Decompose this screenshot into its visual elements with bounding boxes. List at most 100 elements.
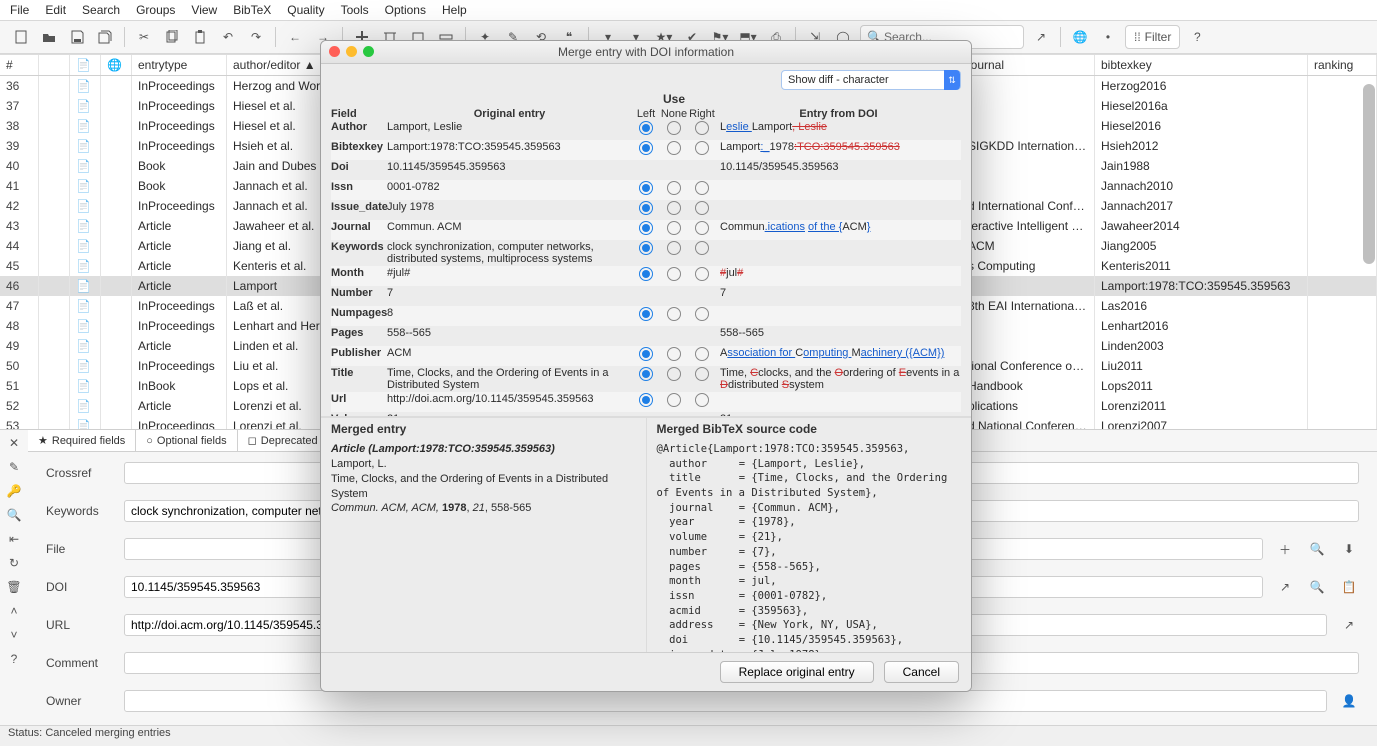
merge-radio-r[interactable] [695,347,709,361]
vertical-scrollbar[interactable] [1363,80,1375,446]
merge-radio-r[interactable] [695,307,709,321]
close-editor-icon[interactable]: ✕ [9,436,19,450]
filter-box[interactable]: ⁞⁞Filter [1125,25,1180,49]
merge-radio-l[interactable] [639,181,653,195]
merge-radio-r[interactable] [695,221,709,235]
merge-row: Number77 [331,286,961,306]
bullet-icon[interactable]: • [1097,26,1119,48]
copy-icon[interactable] [161,26,183,48]
merge-radio-r[interactable] [695,181,709,195]
col-entrytype[interactable]: entrytype [132,55,227,76]
window-minimize-icon[interactable] [346,46,357,57]
diff-mode-dropdown[interactable]: Show diff - character⇅ [781,70,961,90]
merge-radio-r[interactable] [695,141,709,155]
merge-radio-n[interactable] [667,393,681,407]
tab-optional[interactable]: ○ Optional fields [136,430,237,451]
right-header: Right [688,108,716,120]
down-icon[interactable]: ˅ [10,628,17,642]
merge-radio-n[interactable] [667,121,681,135]
merge-radio-r[interactable] [695,267,709,281]
key-icon[interactable]: 🔑 [7,484,22,498]
merge-radio-l[interactable] [639,241,653,255]
trash-icon[interactable]: 🗑 [6,580,21,594]
save-icon[interactable] [66,26,88,48]
new-db-icon[interactable] [10,26,32,48]
open-icon[interactable] [38,26,60,48]
merge-radio-l[interactable] [639,393,653,407]
merge-radio-n[interactable] [667,267,681,281]
window-close-icon[interactable] [329,46,340,57]
merge-radio-n[interactable] [667,181,681,195]
menu-quality[interactable]: Quality [287,3,324,17]
download-file-icon[interactable]: ⬇ [1339,539,1359,559]
merge-radio-r[interactable] [695,201,709,215]
tab-required[interactable]: ★ Required fields [28,430,136,451]
menu-groups[interactable]: Groups [136,3,175,17]
merge-radio-n[interactable] [667,307,681,321]
browse-file-icon[interactable]: 🔍 [1307,539,1327,559]
add-file-icon[interactable]: ＋ [1275,539,1295,559]
back-icon[interactable]: ← [284,26,306,48]
merge-radio-n[interactable] [667,221,681,235]
menu-options[interactable]: Options [385,3,426,17]
merge-radio-n[interactable] [667,241,681,255]
save-all-icon[interactable] [94,26,116,48]
merge-radio-n[interactable] [667,201,681,215]
merged-source-code[interactable]: @Article{Lamport:1978:TCO:359545.359563,… [647,440,972,652]
merge-radio-n[interactable] [667,347,681,361]
menu-view[interactable]: View [191,3,217,17]
merge-radio-r[interactable] [695,121,709,135]
undo-icon[interactable]: ↶ [217,26,239,48]
merge-row: AuthorLamport, LeslieLeslie Lamport, Les… [331,120,961,140]
col-file[interactable]: 📄 [70,55,101,76]
merge-radio-n[interactable] [667,141,681,155]
merge-radio-l[interactable] [639,367,653,381]
open-url-icon[interactable]: ↗ [1339,615,1359,635]
menu-file[interactable]: File [10,3,29,17]
cancel-button[interactable]: Cancel [884,661,959,683]
merge-radio-l[interactable] [639,307,653,321]
window-zoom-icon[interactable] [363,46,374,57]
lookup-doi-icon[interactable]: 🔍 [1307,577,1327,597]
globe-icon[interactable]: 🌐 [1069,26,1091,48]
col-bibtexkey[interactable]: bibtexkey [1095,55,1308,76]
up-icon[interactable]: ˄ [10,604,17,618]
menu-tools[interactable]: Tools [341,3,369,17]
menu-edit[interactable]: Edit [45,3,66,17]
merge-radio-l[interactable] [639,201,653,215]
sync-icon[interactable]: ↻ [9,556,19,570]
help2-icon[interactable]: ? [11,652,18,666]
merge-radio-l[interactable] [639,267,653,281]
col-number[interactable]: # [0,55,39,76]
redo-icon[interactable]: ↷ [245,26,267,48]
fetch-doi-icon[interactable]: 📋 [1339,577,1359,597]
cut-icon[interactable]: ✂ [133,26,155,48]
zoom-icon[interactable]: 🔍 [7,508,22,522]
merge-radio-l[interactable] [639,221,653,235]
col-ranking[interactable]: ranking [1308,55,1377,76]
menu-search[interactable]: Search [82,3,120,17]
merge-radio-l[interactable] [639,121,653,135]
merge-radio-n[interactable] [667,367,681,381]
replace-button[interactable]: Replace original entry [720,661,874,683]
help-icon[interactable]: ? [1186,26,1208,48]
open-doi-icon[interactable]: ↗ [1275,577,1295,597]
owner-input[interactable] [124,690,1327,712]
merge-radio-l[interactable] [639,347,653,361]
chevron-updown-icon: ⇅ [944,70,960,90]
merge-field-list[interactable]: AuthorLamport, LeslieLeslie Lamport, Les… [321,120,971,417]
col-journal[interactable]: journal [962,55,1095,76]
owner-set-icon[interactable]: 👤 [1339,691,1359,711]
menu-bibtex[interactable]: BibTeX [233,3,271,17]
col-locked[interactable] [39,55,70,76]
col-url[interactable]: 🌐 [101,55,132,76]
merge-radio-r[interactable] [695,393,709,407]
export-icon[interactable]: ⇤ [9,532,19,546]
menu-help[interactable]: Help [442,3,467,17]
search-ext-icon[interactable]: ↗ [1030,26,1052,48]
paste-icon[interactable] [189,26,211,48]
pencil-icon[interactable]: ✎ [9,460,19,474]
merge-radio-r[interactable] [695,367,709,381]
merge-radio-r[interactable] [695,241,709,255]
merge-radio-l[interactable] [639,141,653,155]
